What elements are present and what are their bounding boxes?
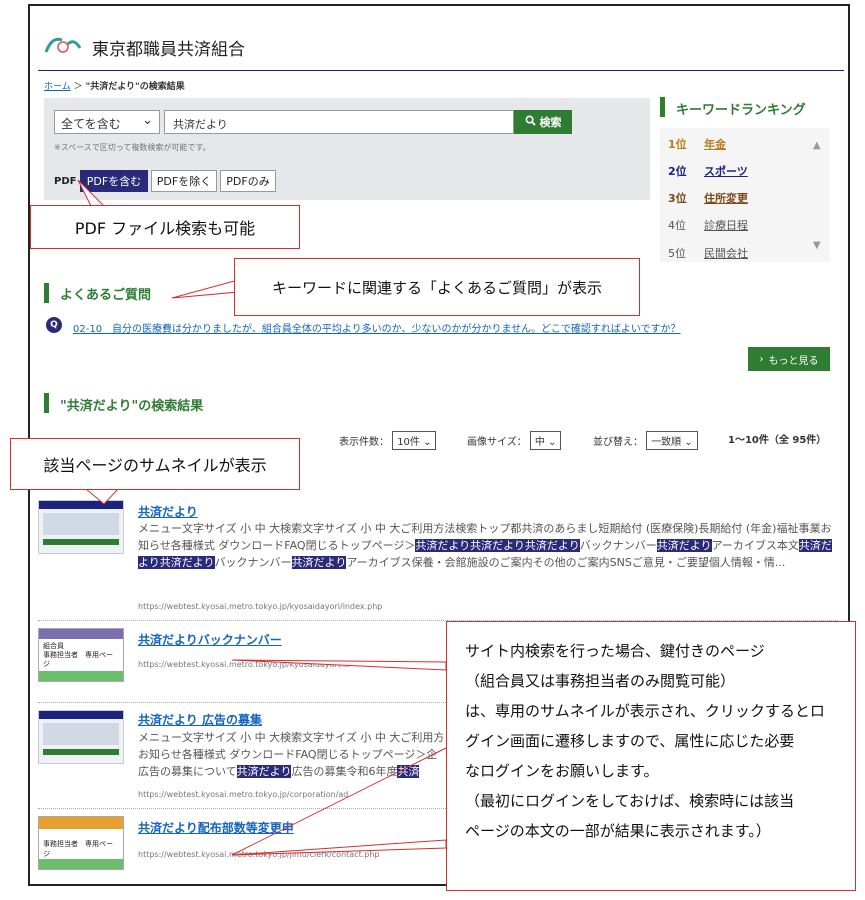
pdf-callout: PDF ファイル検索も可能 (30, 205, 300, 249)
thumbnail-callout: 該当ページのサムネイルが表示 (10, 438, 300, 490)
faq-callout: キーワードに関連する「よくあるご質問」が表示 (234, 258, 640, 316)
locked-page-callout: サイト内検索を行った場合、鍵付きのページ （組合員又は事務担当者のみ閲覧可能） … (446, 621, 856, 891)
